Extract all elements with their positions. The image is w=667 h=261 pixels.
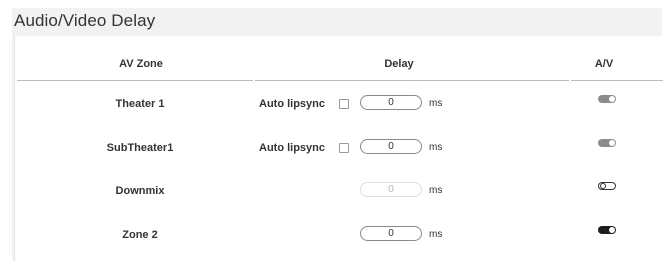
av-toggle[interactable]	[598, 139, 616, 147]
av-toggle[interactable]	[598, 95, 616, 103]
zone-name: Zone 2	[122, 229, 158, 241]
auto-lipsync-checkbox[interactable]	[339, 143, 349, 153]
panel-title: Audio/Video Delay	[14, 11, 156, 30]
zone-name: Downmix	[115, 185, 165, 197]
delay-unit: ms	[429, 98, 443, 109]
delay-table: AV Zone Delay A/V Theater 1 Auto lipsync…	[14, 36, 663, 261]
table-row-theater-1: Theater 1 Auto lipsync ms	[15, 95, 663, 115]
zone-name: Theater 1	[115, 98, 165, 110]
delay-unit: ms	[429, 229, 443, 240]
toggle-knob	[609, 140, 615, 146]
auto-lipsync-label: Auto lipsync	[259, 98, 326, 110]
table-row-subtheater1: SubTheater1 Auto lipsync ms	[15, 139, 663, 159]
av-toggle[interactable]	[598, 182, 616, 190]
table-row-zone-2: Zone 2 ms	[15, 226, 663, 246]
zone-name: SubTheater1	[106, 142, 174, 154]
audio-video-delay-panel: Audio/Video Delay AV Zone Delay A/V Thea…	[12, 8, 663, 261]
table-row-downmix: Downmix ms	[15, 182, 663, 202]
delay-unit: ms	[429, 185, 443, 196]
header-divider	[571, 80, 663, 81]
delay-input[interactable]	[360, 95, 422, 110]
column-header-av: A/V	[594, 58, 614, 70]
delay-input[interactable]	[360, 139, 422, 154]
av-toggle[interactable]	[598, 226, 616, 234]
delay-input[interactable]	[360, 226, 422, 241]
auto-lipsync-checkbox[interactable]	[339, 99, 349, 109]
column-header-av-zone: AV Zone	[119, 58, 163, 70]
auto-lipsync-label: Auto lipsync	[259, 142, 326, 154]
toggle-knob	[600, 183, 606, 189]
delay-input	[360, 182, 422, 197]
column-header-delay: Delay	[384, 58, 414, 70]
toggle-knob	[609, 227, 615, 233]
header-divider	[17, 80, 253, 81]
delay-unit: ms	[429, 142, 443, 153]
toggle-knob	[609, 96, 615, 102]
header-divider	[255, 80, 569, 81]
